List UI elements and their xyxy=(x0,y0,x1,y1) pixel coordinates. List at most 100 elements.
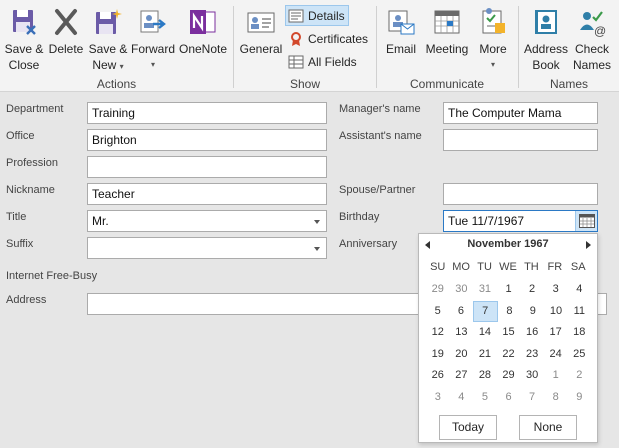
none-button[interactable]: None xyxy=(519,415,577,440)
calendar-day[interactable]: 29 xyxy=(497,365,521,387)
details-button[interactable]: Details xyxy=(285,5,349,26)
more-icon xyxy=(482,8,505,34)
address-book-label-2: Book xyxy=(532,58,560,72)
calendar-day[interactable]: 1 xyxy=(497,279,521,301)
save-new-icon xyxy=(96,9,122,34)
title-label: Title xyxy=(6,211,27,223)
calendar-day[interactable]: 30 xyxy=(450,279,474,301)
calendar-day[interactable]: 4 xyxy=(450,387,474,409)
department-field[interactable]: Training xyxy=(87,102,327,124)
save-new-button[interactable]: Save & New ▾ xyxy=(87,4,129,75)
assistants-name-field[interactable] xyxy=(443,129,598,151)
calendar-grid: 29 30 31 1 2 3 4 5 6 7 8 9 10 11 12 13 14 15 16 17 18 19 20 21 2… xyxy=(426,279,591,408)
save-close-button[interactable]: Save & Close xyxy=(3,4,45,73)
calendar-day[interactable]: 21 xyxy=(473,344,497,366)
meeting-button[interactable]: Meeting xyxy=(423,4,471,57)
address-book-icon xyxy=(535,10,557,34)
names-group-label: Names xyxy=(549,77,588,91)
calendar-day[interactable]: 5 xyxy=(426,301,449,323)
suffix-dropdown[interactable] xyxy=(87,237,327,259)
address-book-button[interactable]: Address Book xyxy=(523,4,569,73)
calendar-day[interactable]: 30 xyxy=(520,365,544,387)
calendar-day[interactable]: 18 xyxy=(567,322,591,344)
general-button[interactable]: General xyxy=(239,4,283,57)
calendar-icon xyxy=(579,214,595,228)
calendar-day[interactable]: 24 xyxy=(544,344,568,366)
general-label: General xyxy=(239,42,283,56)
forward-label: Forward xyxy=(130,42,175,56)
all-fields-label: All Fields xyxy=(308,54,357,69)
calendar-day[interactable]: 15 xyxy=(497,322,521,344)
forward-button[interactable]: Forward ▾ xyxy=(130,4,176,73)
calendar-day[interactable]: 9 xyxy=(567,387,591,409)
onenote-icon xyxy=(190,10,216,34)
calendar-day[interactable]: 20 xyxy=(450,344,474,366)
profession-field[interactable] xyxy=(87,156,327,178)
suffix-label: Suffix xyxy=(6,238,34,250)
calendar-day[interactable]: 14 xyxy=(473,322,497,344)
birthday-value: Tue 11/7/1967 xyxy=(448,214,525,228)
calendar-day[interactable]: 26 xyxy=(426,365,450,387)
office-field[interactable]: Brighton xyxy=(87,129,327,151)
calendar-day[interactable]: 23 xyxy=(520,344,544,366)
calendar-day[interactable]: 16 xyxy=(520,322,544,344)
spouse-partner-field[interactable] xyxy=(443,183,598,205)
all-fields-icon xyxy=(288,55,304,68)
more-label: More xyxy=(479,42,507,56)
calendar-day[interactable]: 2 xyxy=(567,365,591,387)
calendar-day[interactable]: 31 xyxy=(473,279,497,301)
calendar-day[interactable]: 6 xyxy=(449,301,472,323)
calendar-day[interactable]: 3 xyxy=(426,387,450,409)
calendar-day[interactable]: 7 xyxy=(520,387,544,409)
nickname-field[interactable]: Teacher xyxy=(87,183,327,205)
address-label: Address xyxy=(6,294,47,306)
today-button[interactable]: Today xyxy=(439,415,497,440)
calendar-week-row: 26 27 28 29 30 1 2 xyxy=(426,365,591,387)
check-names-button[interactable]: @ Check Names xyxy=(571,4,613,73)
details-label: Details xyxy=(308,8,345,23)
calendar-day[interactable]: 6 xyxy=(497,387,521,409)
calendar-day[interactable]: 9 xyxy=(521,301,544,323)
calendar-day[interactable]: 10 xyxy=(544,301,567,323)
calendar-day[interactable]: 12 xyxy=(426,322,450,344)
calendar-day[interactable]: 17 xyxy=(544,322,568,344)
profession-label: Profession xyxy=(6,157,58,169)
weekday-label: WE xyxy=(499,261,517,273)
title-dropdown[interactable]: Mr. xyxy=(87,210,327,232)
internet-free-busy-label: Internet Free-Busy xyxy=(6,270,98,282)
calendar-day[interactable]: 4 xyxy=(567,279,591,301)
email-button[interactable]: Email xyxy=(381,4,421,57)
calendar-week-row: 5 6 7 8 9 10 11 xyxy=(426,300,591,323)
calendar-day[interactable]: 28 xyxy=(473,365,497,387)
onenote-label: OneNote xyxy=(178,42,228,56)
previous-month-icon[interactable] xyxy=(425,241,430,249)
save-new-label-1: Save & xyxy=(88,42,128,56)
calendar-day[interactable]: 27 xyxy=(450,365,474,387)
managers-name-field[interactable]: The Computer Mama xyxy=(443,102,598,124)
calendar-day[interactable]: 1 xyxy=(544,365,568,387)
calendar-day[interactable]: 8 xyxy=(544,387,568,409)
calendar-day[interactable]: 19 xyxy=(426,344,450,366)
calendar-day[interactable]: 22 xyxy=(497,344,521,366)
calendar-picker-button[interactable] xyxy=(575,211,597,231)
delete-button[interactable]: Delete xyxy=(46,4,86,57)
calendar-day-selected[interactable]: 7 xyxy=(472,300,498,322)
onenote-button[interactable]: OneNote xyxy=(177,4,229,57)
calendar-day[interactable]: 3 xyxy=(544,279,568,301)
certificates-button[interactable]: Certificates xyxy=(286,28,371,49)
all-fields-button[interactable]: All Fields xyxy=(286,51,360,72)
calendar-day[interactable]: 25 xyxy=(567,344,591,366)
calendar-day[interactable]: 13 xyxy=(450,322,474,344)
more-button[interactable]: More ▾ xyxy=(474,4,512,73)
next-month-icon[interactable] xyxy=(586,241,591,249)
calendar-day[interactable]: 8 xyxy=(498,301,521,323)
calendar-day[interactable]: 2 xyxy=(520,279,544,301)
show-group-label: Show xyxy=(289,77,321,91)
save-close-label-1: Save & xyxy=(4,42,44,56)
office-label: Office xyxy=(6,130,35,142)
general-icon xyxy=(247,12,275,33)
calendar-day[interactable]: 5 xyxy=(473,387,497,409)
calendar-day[interactable]: 29 xyxy=(426,279,450,301)
calendar-day[interactable]: 11 xyxy=(568,301,591,323)
date-picker-popup: November 1967 SU MO TU WE TH FR SA 29 30 31 1 2 3 4 5… xyxy=(418,233,598,443)
